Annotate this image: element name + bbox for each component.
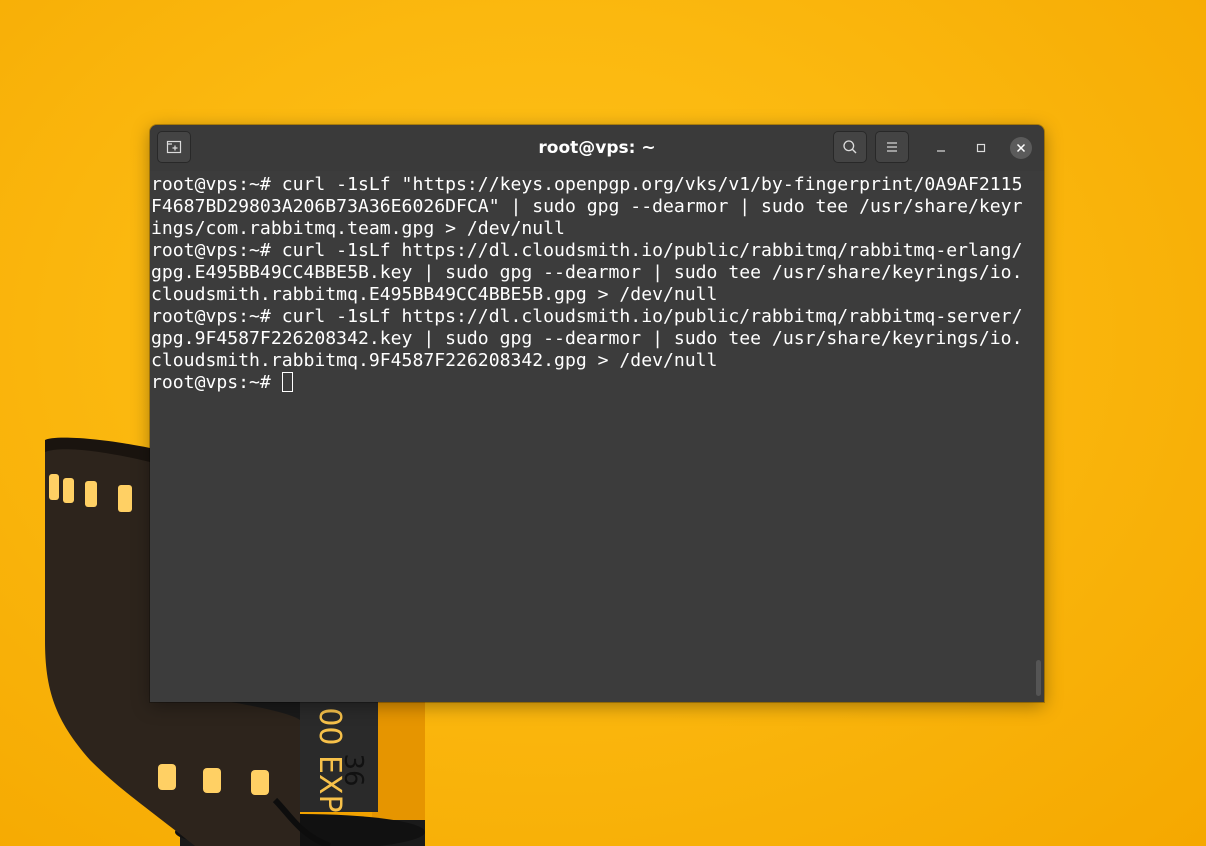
terminal-line: cloudsmith.rabbitmq.9F4587F226208342.gpg… [151,350,718,371]
maximize-button[interactable] [970,137,992,159]
menu-button[interactable] [875,131,909,163]
terminal-prompt: root@vps:~# [151,372,282,393]
terminal-output[interactable]: root@vps:~# curl -1sLf "https://keys.ope… [151,174,1035,699]
hamburger-menu-icon [887,142,897,152]
minimize-icon [937,150,945,152]
scrollbar[interactable] [1036,660,1041,696]
terminal-line: F4687BD29803A206B73A36E6026DFCA" | sudo … [151,196,1023,217]
terminal-line: root@vps:~# curl -1sLf https://dl.clouds… [151,240,1023,261]
window-title: root@vps: ~ [538,138,656,158]
search-button[interactable] [833,131,867,163]
terminal-cursor [281,372,293,392]
terminal-prompt-line[interactable]: root@vps:~# [151,372,1035,394]
terminal-line: root@vps:~# curl -1sLf "https://keys.ope… [151,174,1023,195]
terminal-window[interactable]: root@vps: ~ root@vps:~# curl -1sLf "http… [150,125,1044,702]
minimize-button[interactable] [930,137,952,159]
terminal-line: ings/com.rabbitmq.team.gpg > /dev/null [151,218,565,239]
terminal-line: cloudsmith.rabbitmq.E495BB49CC4BBE5B.gpg… [151,284,718,305]
maximize-icon [976,143,986,153]
search-icon [843,140,857,154]
terminal-line: gpg.E495BB49CC4BBE5B.key | sudo gpg --de… [151,262,1023,283]
close-button[interactable] [1010,137,1032,159]
headerbar: root@vps: ~ [150,125,1044,171]
terminal-line: root@vps:~# curl -1sLf https://dl.clouds… [151,306,1023,327]
terminal-line: gpg.9F4587F226208342.key | sudo gpg --de… [151,328,1023,349]
close-icon [1016,143,1026,153]
film-label-exp: 00 EXP [312,707,347,812]
